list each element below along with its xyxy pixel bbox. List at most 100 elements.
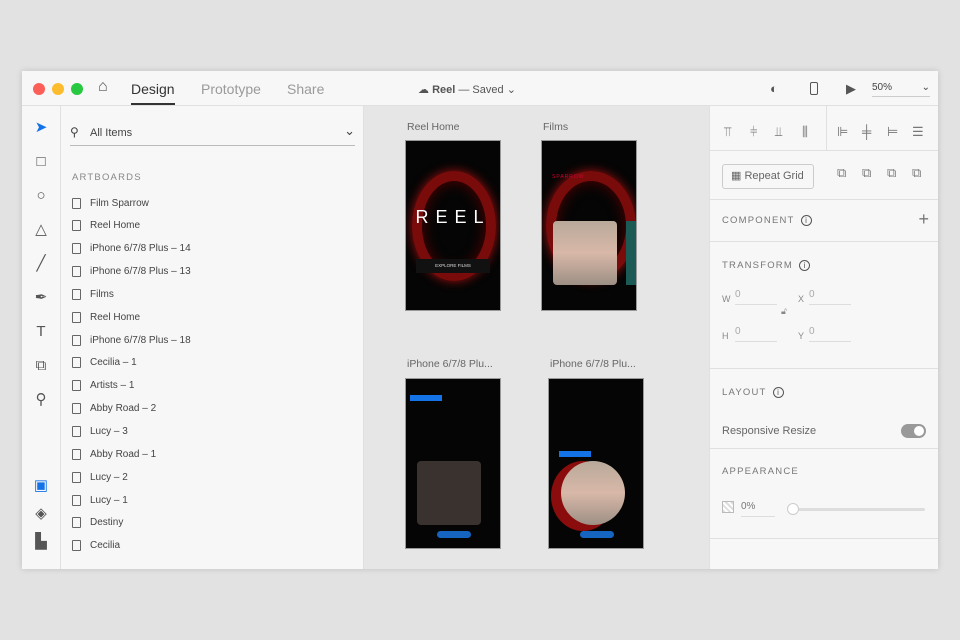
polygon-tool-icon[interactable]: △ — [32, 221, 50, 239]
opacity-slider[interactable] — [787, 503, 925, 515]
artboard-item-label: Cecilia — [90, 540, 121, 552]
zoom-value: 50% — [872, 82, 893, 93]
artboard-item-label: Film Sparrow — [90, 197, 149, 209]
height-input[interactable]: 0 — [735, 326, 777, 342]
rectangle-tool-icon[interactable]: □ — [32, 153, 50, 171]
distribute-icon[interactable]: ⫼ — [802, 124, 808, 140]
width-input[interactable]: 0 — [735, 289, 777, 305]
zoom-tool-icon[interactable]: ⚲ — [32, 391, 50, 409]
lock-icon[interactable]: 🔓︎ — [781, 306, 787, 317]
responsive-resize-toggle[interactable] — [901, 424, 926, 438]
transform-heading: TRANSFORM — [722, 260, 793, 271]
align-bottom-icon[interactable]: ⫫ — [775, 124, 782, 140]
align-center-icon[interactable]: ╪ — [862, 124, 871, 139]
artboard-list-item[interactable]: Destiny — [72, 513, 123, 533]
close-button[interactable] — [33, 83, 45, 95]
opacity-icon — [722, 501, 734, 513]
artboard-list-item[interactable]: iPhone 6/7/8 Plus – 18 — [72, 330, 191, 350]
document-title[interactable]: ☁ Reel — Saved ⌄ — [418, 83, 516, 96]
boolean-exclude-icon[interactable]: ⧉ — [912, 165, 921, 181]
artboard-tool-icon[interactable]: ⧉ — [32, 357, 50, 375]
slider-handle[interactable] — [787, 503, 799, 515]
artboard-icon — [72, 403, 81, 415]
home-icon[interactable]: ⌂ — [98, 78, 108, 96]
artboard-films[interactable]: SPARROW — [541, 140, 637, 311]
tab-share[interactable]: Share — [287, 81, 324, 97]
align-left-icon[interactable]: ⊫ — [837, 124, 848, 140]
artboard-iphone-2[interactable] — [548, 378, 644, 549]
zoom-select[interactable]: 50% ⌄ — [872, 82, 930, 97]
play-icon[interactable]: ▶ — [846, 81, 856, 97]
user-icon[interactable]: ◐ — [770, 81, 778, 96]
ellipse-tool-icon[interactable]: ○ — [32, 187, 50, 205]
boolean-subtract-icon[interactable]: ⧉ — [862, 165, 871, 181]
component-heading: COMPONENT — [722, 215, 795, 226]
info-icon[interactable]: i — [798, 260, 810, 271]
layers-panel: ⚲ All Items ⌄ ARTBOARDS Film Sparrow Reel… — [61, 106, 364, 569]
section-heading: ARTBOARDS — [72, 172, 142, 183]
artboard-list-item[interactable]: Cecilia – 1 — [72, 353, 137, 373]
film-card-next — [626, 221, 636, 285]
pen-tool-icon[interactable]: ✒ — [32, 289, 50, 307]
artboard-list-item[interactable]: Lucy – 1 — [72, 490, 128, 510]
document-status: — Saved — [458, 84, 504, 96]
distribute-vertical-icon[interactable]: ☰ — [912, 124, 924, 140]
layers-icon[interactable]: ◈ — [32, 505, 50, 523]
x-input[interactable]: 0 — [809, 289, 851, 305]
artboard-list-item[interactable]: Artists – 1 — [72, 376, 134, 396]
device-preview-icon[interactable] — [810, 82, 818, 95]
tab-prototype[interactable]: Prototype — [201, 81, 261, 97]
artboard-icon — [72, 471, 81, 483]
boolean-intersect-icon[interactable]: ⧉ — [887, 165, 896, 181]
artboard-list-item[interactable]: iPhone 6/7/8 Plus – 14 — [72, 239, 191, 259]
artboard-list-item[interactable]: Lucy – 2 — [72, 467, 128, 487]
responsive-resize-label: Responsive Resize — [722, 425, 817, 437]
artboard-list-item[interactable]: Film Sparrow — [72, 193, 149, 213]
artboards-panel-icon[interactable]: ▣ — [32, 477, 50, 495]
artboard-list-item[interactable]: Reel Home — [72, 216, 140, 236]
opacity-input[interactable]: 0% — [741, 501, 775, 517]
artboard-list-item[interactable]: Abby Road – 1 — [72, 444, 156, 464]
artboard-label[interactable]: iPhone 6/7/8 Plu... — [407, 358, 493, 370]
add-component-icon[interactable]: + — [918, 209, 929, 230]
text-tool-icon[interactable]: T — [32, 323, 50, 341]
align-middle-icon[interactable]: ⫩ — [750, 124, 757, 140]
artboard-icon — [72, 266, 81, 278]
appearance-section: APPEARANCE 0% — [710, 449, 938, 539]
artboard-label[interactable]: iPhone 6/7/8 Plu... — [550, 358, 636, 370]
info-icon[interactable]: i — [772, 387, 784, 398]
artboard-list-item[interactable]: Lucy – 3 — [72, 422, 128, 442]
property-inspector: ⫪ ⫩ ⫫ ⫼ ⊫ ╪ ⊨ ☰ ▦ Repeat Grid ⧉ ⧉ ⧉ ⧉ CO… — [709, 106, 938, 569]
artboard-list-item[interactable]: iPhone 6/7/8 Plus – 13 — [72, 262, 191, 282]
artboard-label[interactable]: Reel Home — [407, 121, 460, 133]
artboard-icon — [72, 288, 81, 300]
align-top-icon[interactable]: ⫪ — [724, 124, 731, 140]
info-icon[interactable]: i — [800, 215, 812, 226]
select-tool-icon[interactable]: ➤ — [32, 119, 50, 137]
artboard-icon — [72, 517, 81, 529]
artboard-reel-home[interactable]: REEL EXPLORE FILMS — [405, 140, 501, 311]
artboard-list-item[interactable]: Films — [72, 284, 114, 304]
artboard-label[interactable]: Films — [543, 121, 568, 133]
minimize-button[interactable] — [52, 83, 64, 95]
chevron-down-icon[interactable]: ⌄ — [344, 123, 355, 139]
film-card-image — [561, 461, 625, 525]
canvas[interactable]: Reel Home REEL EXPLORE FILMS Films SPARR… — [364, 106, 709, 569]
tab-design[interactable]: Design — [131, 81, 175, 105]
search-filter[interactable]: ⚲ All Items ⌄ — [70, 120, 355, 146]
film-card-image — [417, 461, 481, 525]
maximize-button[interactable] — [71, 83, 83, 95]
line-tool-icon[interactable]: ╱ — [32, 255, 50, 273]
chevron-down-icon: ⌄ — [506, 84, 516, 96]
artboard-icon — [72, 334, 81, 346]
artboard-list-item[interactable]: Cecilia — [72, 536, 120, 556]
plugins-icon[interactable]: ▙ — [32, 533, 50, 551]
artboard-list-item[interactable]: Reel Home — [72, 307, 140, 327]
artboard-list-item[interactable]: Abby Road – 2 — [72, 399, 156, 419]
align-right-icon[interactable]: ⊨ — [887, 124, 898, 140]
repeat-grid-button[interactable]: ▦ Repeat Grid — [722, 164, 814, 189]
artboard-item-label: Reel Home — [90, 311, 141, 323]
boolean-add-icon[interactable]: ⧉ — [837, 165, 846, 181]
artboard-iphone-1[interactable] — [405, 378, 501, 549]
y-input[interactable]: 0 — [809, 326, 851, 342]
